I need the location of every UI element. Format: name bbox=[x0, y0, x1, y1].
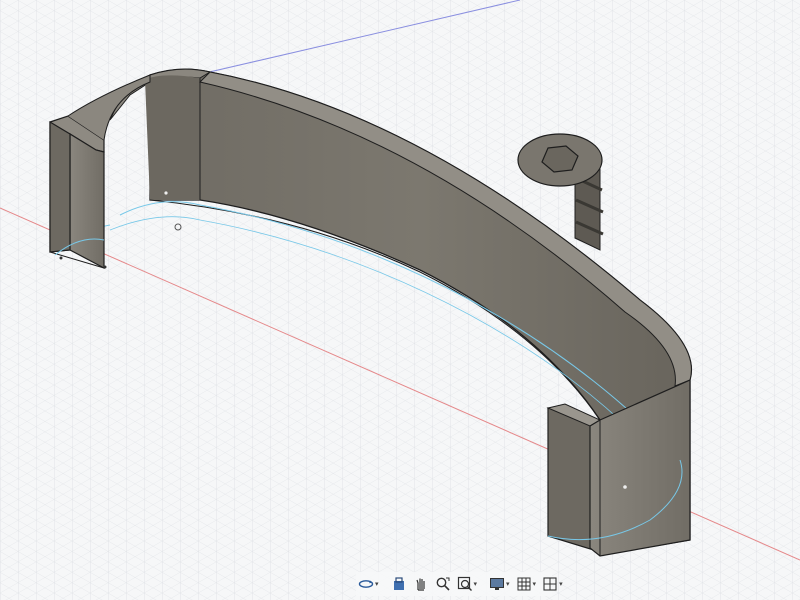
chevron-down-icon: ▾ bbox=[532, 579, 537, 588]
grid-settings-button[interactable]: ▾ bbox=[514, 573, 539, 595]
fit-icon bbox=[457, 576, 472, 591]
sketch-point bbox=[623, 485, 627, 489]
display-settings-icon bbox=[490, 578, 505, 590]
grid-settings-icon bbox=[517, 577, 531, 591]
viewports-button[interactable]: ▾ bbox=[540, 573, 565, 595]
zoom-button[interactable] bbox=[433, 573, 453, 595]
design-canvas[interactable] bbox=[0, 0, 800, 600]
viewports-icon bbox=[543, 577, 557, 591]
display-settings-button[interactable]: ▾ bbox=[487, 573, 512, 595]
look-at-button[interactable] bbox=[389, 573, 409, 595]
sketch-point bbox=[59, 256, 63, 260]
chevron-down-icon: ▾ bbox=[506, 579, 510, 588]
chevron-down-icon: ▾ bbox=[375, 579, 379, 588]
chevron-down-icon: ▾ bbox=[473, 579, 478, 588]
sketch-point bbox=[164, 191, 168, 195]
pan-button[interactable] bbox=[411, 573, 431, 595]
chevron-down-icon: ▾ bbox=[559, 579, 563, 588]
orbit-button[interactable]: ▾ bbox=[356, 573, 381, 595]
navigation-toolbar: ▾ ▾ ▾ ▾ ▾ bbox=[356, 572, 563, 596]
zoom-icon bbox=[436, 577, 450, 591]
look-at-icon bbox=[393, 577, 404, 590]
sketch-point bbox=[103, 265, 107, 269]
fit-button[interactable]: ▾ bbox=[455, 573, 480, 595]
orbit-icon bbox=[358, 580, 374, 588]
pan-icon bbox=[415, 578, 425, 591]
